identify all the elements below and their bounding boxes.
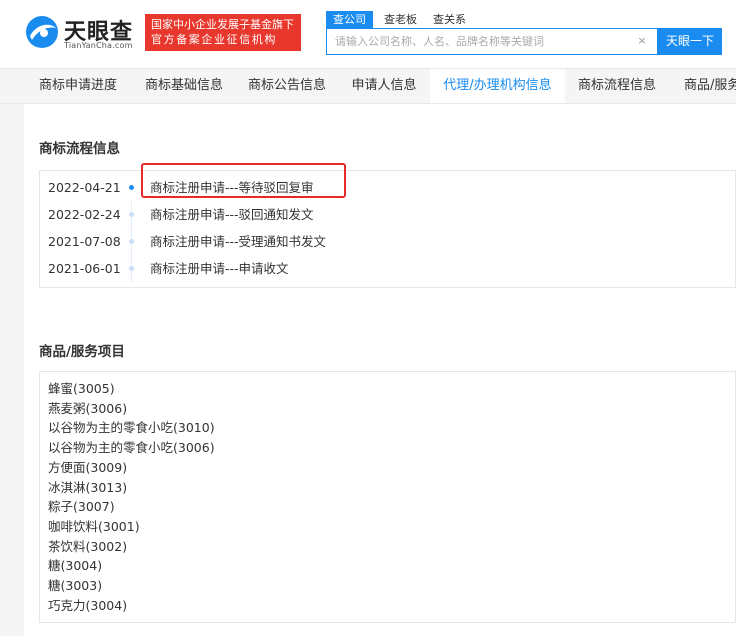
highlight-annotation-box xyxy=(141,163,346,198)
flow-row: 2021-06-01 商标注册申请---申请收文 xyxy=(40,255,730,282)
goods-section-title: 商品/服务项目 xyxy=(39,344,125,360)
search-box: × xyxy=(326,28,658,55)
flow-date: 2021-07-08 xyxy=(48,234,121,249)
flow-row: 2022-02-24 商标注册申请---驳回通知发文 xyxy=(40,201,730,228)
flow-row: 2021-07-08 商标注册申请---受理通知书发文 xyxy=(40,228,730,255)
search-tab-relation[interactable]: 查关系 xyxy=(433,11,466,28)
search-tab-company[interactable]: 查公司 xyxy=(326,11,373,28)
list-item: 粽子(3007) xyxy=(48,499,115,515)
tab-agency-info[interactable]: 代理/办理机构信息 xyxy=(430,69,565,103)
flow-date: 2022-02-24 xyxy=(48,207,121,222)
list-item: 茶饮料(3002) xyxy=(48,538,128,554)
badge-line1: 国家中小企业发展子基金旗下 xyxy=(151,18,294,31)
list-item: 糖(3004) xyxy=(48,558,103,574)
tab-basic-info[interactable]: 商标基础信息 xyxy=(132,69,236,103)
flow-date: 2021-06-01 xyxy=(48,261,121,276)
list-item: 巧克力(3004) xyxy=(48,597,128,613)
flow-status: 商标注册申请---受理通知书发文 xyxy=(150,234,327,249)
search-button[interactable]: 天眼一下 xyxy=(658,28,722,55)
flow-status: 商标注册申请---申请收文 xyxy=(150,261,289,276)
detail-tab-bar: 商标申请进度 商标基础信息 商标公告信息 申请人信息 代理/办理机构信息 商标流… xyxy=(0,68,736,104)
tab-process-info[interactable]: 商标流程信息 xyxy=(565,69,669,103)
clear-icon[interactable]: × xyxy=(635,34,649,48)
badge-line2: 官方备案企业征信机构 xyxy=(151,33,277,46)
site-logo[interactable]: 天眼查 TianYanCha.com xyxy=(24,14,142,50)
list-item: 方便面(3009) xyxy=(48,459,128,475)
tab-application-progress[interactable]: 商标申请进度 xyxy=(24,69,132,103)
list-item: 咖啡饮料(3001) xyxy=(48,518,140,534)
goods-services-list: 蜂蜜(3005) 燕麦粥(3006) 以谷物为主的零食小吃(3010) 以谷物为… xyxy=(39,371,736,623)
tab-applicant-info[interactable]: 申请人信息 xyxy=(338,69,430,103)
list-item: 冰淇淋(3013) xyxy=(48,479,128,495)
tab-goods-services[interactable]: 商品/服务 xyxy=(669,69,736,103)
certification-badge: 国家中小企业发展子基金旗下 官方备案企业征信机构 xyxy=(145,14,301,51)
list-item: 以谷物为主的零食小吃(3010) xyxy=(48,420,215,436)
timeline-dot xyxy=(129,239,134,244)
logo-eye-icon xyxy=(26,16,58,48)
list-item: 以谷物为主的零食小吃(3006) xyxy=(48,440,215,456)
tab-announcement-info[interactable]: 商标公告信息 xyxy=(236,69,338,103)
site-header: 天眼查 TianYanCha.com 国家中小企业发展子基金旗下 官方备案企业征… xyxy=(0,0,736,68)
list-item: 燕麦粥(3006) xyxy=(48,400,128,416)
timeline-dot xyxy=(129,266,134,271)
timeline-dot-current xyxy=(129,185,134,190)
flow-section-title: 商标流程信息 xyxy=(39,141,120,157)
flow-status: 商标注册申请---驳回通知发文 xyxy=(150,207,314,222)
list-item: 蜂蜜(3005) xyxy=(48,381,115,396)
flow-date: 2022-04-21 xyxy=(48,180,121,195)
timeline-dot xyxy=(129,212,134,217)
search-tab-boss[interactable]: 查老板 xyxy=(384,11,417,28)
logo-domain: TianYanCha.com xyxy=(64,41,133,50)
search-input[interactable] xyxy=(335,29,635,54)
list-item: 糖(3003) xyxy=(48,578,103,593)
